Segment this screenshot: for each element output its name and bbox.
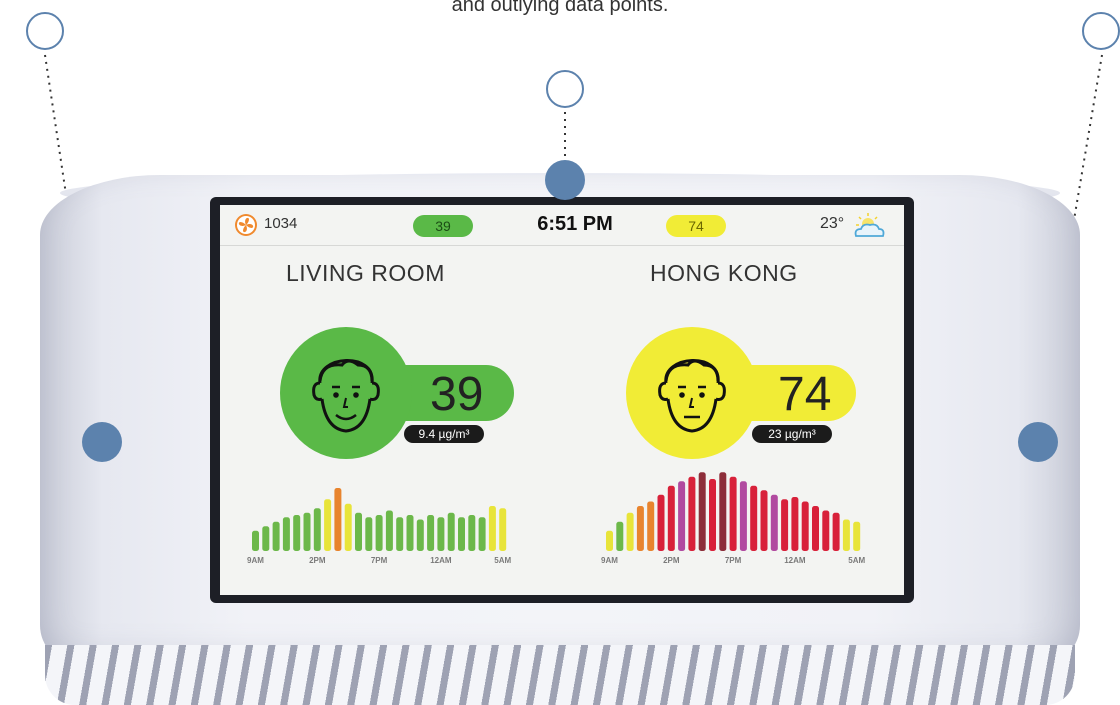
indoor-bar-22: [478, 517, 486, 551]
indoor-bar-8: [334, 488, 342, 551]
indoor-bar-24: [499, 508, 507, 551]
indoor-bar-18: [437, 517, 445, 551]
outdoor-bar-10: [709, 479, 716, 551]
speaker-grille: [45, 645, 1075, 705]
outdoor-bar-5: [657, 494, 665, 551]
annotation-dot-right[interactable]: [1018, 422, 1058, 462]
outdoor-bar-4: [647, 501, 655, 551]
outdoor-bar-3: [636, 506, 644, 551]
outdoor-bar-15: [760, 490, 768, 551]
indoor-bar-11: [365, 517, 373, 551]
annotation-ring-top[interactable]: [546, 70, 584, 108]
outdoor-tick-0: 9AM: [601, 556, 618, 565]
device-screen[interactable]: 1034 39 6:51 PM 74 23° LIVING ROOM 39 9.…: [220, 205, 904, 595]
indoor-tick-1: 2PM: [309, 556, 326, 565]
outdoor-bar-1: [616, 521, 624, 551]
outdoor-bar-18: [791, 497, 799, 551]
annotation-dot-top[interactable]: [545, 160, 585, 200]
outdoor-bar-17: [781, 499, 789, 551]
outdoor-bar-8: [688, 476, 696, 551]
indoor-tick-3: 12AM: [430, 556, 452, 565]
outdoor-bar-24: [853, 521, 861, 551]
outdoor-bar-9: [698, 472, 706, 551]
indoor-bar-21: [468, 515, 476, 551]
outdoor-bar-0: [606, 530, 613, 551]
indoor-bar-6: [313, 508, 321, 551]
indoor-bar-15: [406, 515, 414, 551]
air-quality-monitor: 1034 39 6:51 PM 74 23° LIVING ROOM 39 9.…: [0, 173, 1120, 705]
outdoor-bar-13: [739, 481, 747, 551]
outdoor-bar-16: [770, 494, 778, 551]
indoor-bar-13: [385, 510, 393, 551]
indoor-bar-16: [416, 519, 424, 551]
indoor-bar-14: [396, 517, 404, 551]
outdoor-bar-12: [729, 476, 737, 551]
indoor-bar-7: [324, 499, 332, 551]
outdoor-bar-23: [842, 519, 850, 551]
annotation-dot-left[interactable]: [82, 422, 122, 462]
outdoor-bar-19: [801, 501, 809, 551]
outdoor-bar-14: [750, 485, 758, 551]
outdoor-bar-21: [822, 510, 830, 551]
outdoor-bar-6: [667, 485, 675, 551]
outdoor-bar-11: [719, 472, 727, 551]
indoor-history-chart: 9AM 2PM 7PM 12AM 5AM 9AM 2PM 7PM 12AM 5AM: [247, 472, 865, 565]
indoor-bar-2: [272, 521, 280, 551]
outdoor-tick-2: 7PM: [725, 556, 742, 565]
outdoor-bar-22: [832, 512, 840, 551]
indoor-bar-9: [344, 503, 352, 551]
outdoor-bar-2: [626, 512, 634, 551]
indoor-bar-20: [458, 517, 465, 551]
outdoor-tick-1: 2PM: [663, 556, 680, 565]
indoor-bar-10: [355, 512, 362, 551]
annotation-ring-right[interactable]: [1082, 12, 1120, 50]
indoor-bar-4: [293, 515, 301, 551]
indoor-tick-0: 9AM: [247, 556, 264, 565]
outdoor-bar-20: [812, 506, 819, 551]
indoor-bar-17: [427, 515, 435, 551]
indoor-bar-19: [447, 512, 455, 551]
indoor-bar-1: [262, 526, 270, 551]
indoor-bar-3: [282, 517, 290, 551]
indoor-bar-23: [488, 506, 496, 551]
indoor-tick-2: 7PM: [371, 556, 388, 565]
outdoor-bar-7: [678, 481, 686, 551]
outdoor-tick-4: 5AM: [848, 556, 865, 565]
outdoor-tick-3: 12AM: [784, 556, 806, 565]
indoor-tick-4: 5AM: [494, 556, 511, 565]
indoor-bar-0: [252, 530, 259, 551]
indoor-bar-5: [303, 512, 311, 551]
annotation-ring-left[interactable]: [26, 12, 64, 50]
indoor-bar-12: [375, 515, 383, 551]
